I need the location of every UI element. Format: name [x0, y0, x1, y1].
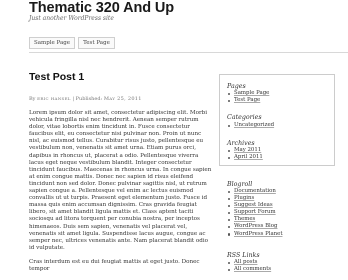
widget-link-test-page[interactable]: Test Page [227, 97, 269, 104]
widget-title-categories: Categories [227, 114, 262, 121]
post-title[interactable]: Test Post 1 [29, 71, 84, 83]
widget-title-rss-links: RSS Links [227, 252, 260, 259]
widget-link-may-2011[interactable]: May 2011 [227, 147, 263, 154]
meta-published-label: | Published: [70, 96, 104, 102]
nav-item-sample-page[interactable]: Sample Page [29, 37, 76, 49]
widget-title-pages: Pages [227, 83, 246, 90]
widget-link-april-2011[interactable]: April 2011 [227, 154, 263, 161]
widget-link-all-posts[interactable]: All posts [227, 259, 271, 266]
meta-by: By [29, 96, 36, 102]
post-date: May 25, 2011 [103, 96, 142, 102]
post-author-link[interactable]: eric hansel [37, 96, 71, 102]
site-description: Just another WordPress site [29, 15, 114, 22]
header-divider [29, 52, 348, 53]
site-title[interactable]: Thematic 320 And Up [29, 0, 174, 16]
widget-title-blogroll: Blogroll [227, 181, 253, 188]
widget-link-plugins[interactable]: Plugins [227, 195, 282, 202]
widget-link-documentation[interactable]: Documentation [227, 188, 282, 195]
widget-link-wordpress-blog[interactable]: WordPress Blog [227, 223, 282, 230]
widget-list-pages: Sample Page Test Page [227, 90, 269, 104]
post-meta: By eric hansel | Published: May 25, 2011 [29, 96, 142, 102]
widget-link-all-comments[interactable]: All comments [227, 266, 271, 273]
widget-list-blogroll: Documentation Plugins Suggest Ideas Supp… [227, 188, 282, 238]
widget-link-suggest-ideas[interactable]: Suggest Ideas [227, 202, 282, 209]
widget-link-uncategorized[interactable]: Uncategorized [227, 122, 274, 129]
widget-link-support-forum[interactable]: Support Forum [227, 209, 282, 216]
widget-list-rss: All posts All comments [227, 259, 271, 273]
post-paragraph: Cras interdum est eu dui feugiat mattis … [29, 258, 200, 272]
widget-link-sample-page[interactable]: Sample Page [227, 90, 269, 97]
widget-title-archives: Archives [227, 140, 255, 147]
nav-item-test-page[interactable]: Test Page [78, 37, 115, 49]
main-navigation: Sample Page Test Page [29, 37, 118, 49]
widget-link-themes[interactable]: Themes [227, 216, 282, 223]
widget-list-archives: May 2011 April 2011 [227, 147, 263, 161]
widget-link-wordpress-planet[interactable]: WordPress Planet [227, 231, 282, 238]
widget-list-categories: Uncategorized [227, 122, 274, 129]
post-paragraph: Lorem ipsum dolor sit amet, consectetur … [29, 110, 212, 251]
post-content: Lorem ipsum dolor sit amet, consectetur … [29, 110, 214, 280]
